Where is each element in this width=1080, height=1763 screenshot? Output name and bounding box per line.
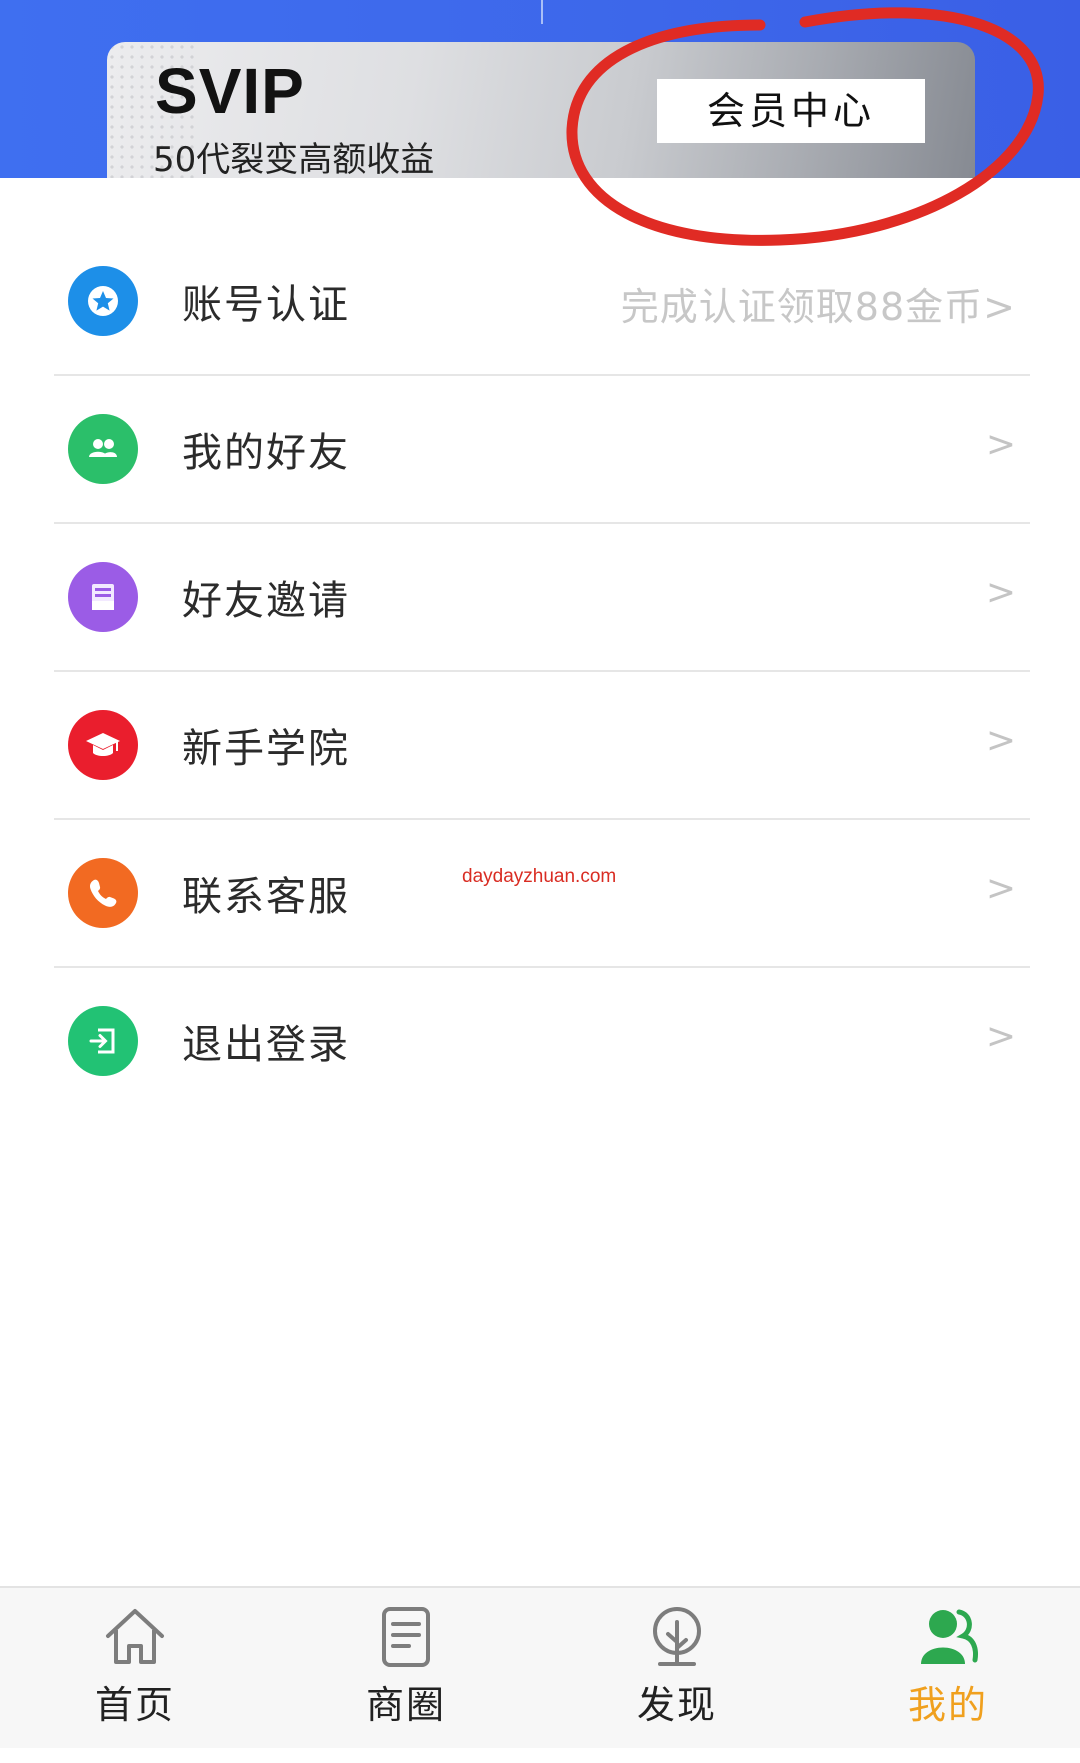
tab-discover[interactable]: 发现 (597, 1602, 757, 1742)
invite-card-icon (68, 562, 138, 632)
home-icon (106, 1609, 164, 1664)
menu-item-label: 账号认证 (182, 282, 350, 328)
graduation-cap-icon (68, 710, 138, 780)
menu-item-account-verify[interactable]: 账号认证 完成认证领取88金币> (54, 228, 1030, 376)
member-center-button[interactable]: 会员中心 (657, 79, 925, 143)
watermark-text: daydayzhuan.com (462, 866, 617, 887)
tab-label: 商圈 (365, 1683, 446, 1727)
menu-item-label: 联系客服 (182, 874, 350, 920)
chevron-right-icon: > (985, 720, 1016, 761)
chevron-right-icon: > (985, 424, 1016, 465)
bottom-nav: 首页 商圈 发现 我的 (0, 1586, 1080, 1748)
menu-item-invite-friends[interactable]: 好友邀请 > (54, 524, 1030, 672)
chevron-right-icon: > (985, 1016, 1016, 1057)
svip-title: SVIP (155, 55, 305, 127)
menu-item-label: 新手学院 (182, 726, 350, 772)
chevron-right-icon: > (985, 868, 1016, 909)
svip-banner[interactable]: SVIP 50代裂变高额收益 会员中心 (107, 42, 975, 178)
user-group-icon (921, 1609, 978, 1664)
header-divider (541, 0, 543, 24)
tab-home[interactable]: 首页 (55, 1602, 215, 1742)
menu-item-my-friends[interactable]: 我的好友 > (54, 376, 1030, 524)
svip-subtitle: 50代裂变高额收益 (153, 140, 435, 178)
menu-item-label: 退出登录 (182, 1022, 350, 1068)
menu-item-contact-support[interactable]: 联系客服 > (54, 820, 1030, 968)
verify-reward-hint: 完成认证领取88金币> (620, 285, 1016, 329)
document-icon (382, 1607, 430, 1667)
tab-business-circle[interactable]: 商圈 (326, 1602, 486, 1742)
menu-item-label: 我的好友 (182, 430, 350, 476)
tab-label: 首页 (94, 1683, 175, 1727)
header-bar: SVIP 50代裂变高额收益 会员中心 (0, 0, 1080, 178)
tab-mine[interactable]: 我的 (868, 1602, 1028, 1742)
chevron-right-icon: > (985, 572, 1016, 613)
menu-item-newbie-academy[interactable]: 新手学院 > (54, 672, 1030, 820)
star-badge-icon (68, 266, 138, 336)
friends-icon (68, 414, 138, 484)
tab-label: 我的 (907, 1683, 988, 1727)
tree-icon (653, 1607, 701, 1666)
tab-label: 发现 (636, 1683, 717, 1727)
phone-icon (68, 858, 138, 928)
menu-item-logout[interactable]: 退出登录 > (54, 968, 1030, 1116)
menu-item-label: 好友邀请 (182, 578, 350, 624)
logout-icon (68, 1006, 138, 1076)
